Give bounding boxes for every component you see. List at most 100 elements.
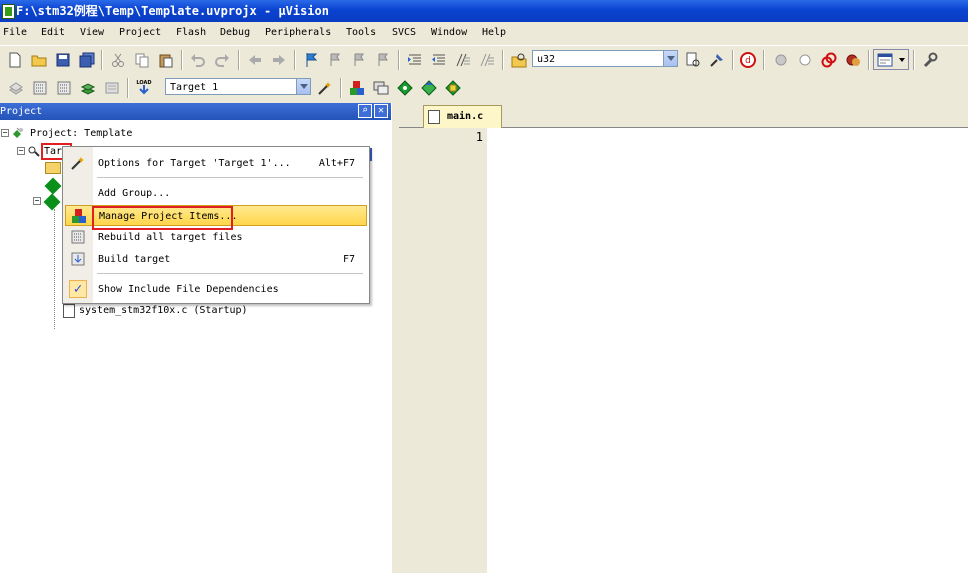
menu-item-build-target[interactable]: Build target F7 bbox=[63, 249, 367, 269]
line-number: 1 bbox=[475, 130, 483, 144]
unindent-icon[interactable] bbox=[431, 52, 447, 68]
uncomment-selection-icon[interactable] bbox=[479, 52, 495, 68]
insert-bookmark-icon[interactable] bbox=[303, 52, 319, 68]
menu-item-show-include-deps[interactable]: ✓ Show Include File Dependencies bbox=[63, 279, 367, 299]
paste-icon[interactable] bbox=[158, 52, 174, 68]
title-bar: F:\stm32例程\Temp\Template.uvprojx - µVisi… bbox=[0, 0, 968, 22]
menu-project[interactable]: Project bbox=[119, 27, 161, 38]
rebuild-icon[interactable] bbox=[56, 80, 72, 96]
target-select[interactable]: Target 1 bbox=[165, 78, 311, 95]
new-file-icon[interactable] bbox=[7, 52, 23, 68]
indent-icon[interactable] bbox=[407, 52, 423, 68]
manage-project-items-icon[interactable] bbox=[349, 80, 365, 96]
build-toolbar: LOAD Target 1 bbox=[0, 74, 968, 102]
debug-session-icon[interactable]: d bbox=[740, 52, 756, 68]
build-icon[interactable] bbox=[32, 80, 48, 96]
menu-bar: File Edit View Project Flash Debug Perip… bbox=[0, 23, 968, 43]
toolbar-separator bbox=[101, 50, 103, 70]
menu-flash[interactable]: Flash bbox=[176, 27, 206, 38]
save-all-icon[interactable] bbox=[79, 52, 95, 68]
svg-text:d: d bbox=[745, 56, 751, 66]
project-root-icon bbox=[13, 127, 23, 138]
component-diamond-icon bbox=[44, 177, 62, 195]
open-folder-icon[interactable] bbox=[31, 52, 47, 68]
next-bookmark-icon[interactable] bbox=[351, 52, 367, 68]
find-combo[interactable]: u32 bbox=[532, 50, 678, 67]
find-in-files-icon[interactable] bbox=[511, 52, 527, 68]
rebuild-icon bbox=[71, 230, 85, 244]
copy-icon[interactable] bbox=[134, 52, 150, 68]
tab-main-c[interactable]: main.c bbox=[423, 105, 502, 128]
target-icon bbox=[28, 146, 40, 157]
configure-window-button[interactable] bbox=[873, 49, 909, 70]
menu-debug[interactable]: Debug bbox=[220, 27, 250, 38]
redo-icon[interactable] bbox=[214, 52, 230, 68]
wrench-icon[interactable] bbox=[922, 52, 938, 68]
clear-bookmarks-icon[interactable] bbox=[375, 52, 391, 68]
software-packs-icon[interactable] bbox=[445, 80, 461, 96]
menu-view[interactable]: View bbox=[80, 27, 104, 38]
navigate-back-icon[interactable] bbox=[247, 52, 263, 68]
toolbar-separator bbox=[294, 50, 296, 70]
pack-installer-icon[interactable] bbox=[421, 80, 437, 96]
menu-item-rebuild-all[interactable]: Rebuild all target files bbox=[63, 227, 367, 247]
save-icon[interactable] bbox=[55, 52, 71, 68]
line-number-gutter: 1 bbox=[401, 128, 488, 573]
find-icon[interactable] bbox=[685, 52, 701, 68]
toolbar-separator bbox=[181, 50, 183, 70]
manage-rte-icon[interactable] bbox=[397, 80, 413, 96]
menu-tools[interactable]: Tools bbox=[346, 27, 376, 38]
menu-item-add-group[interactable]: Add Group... bbox=[63, 183, 367, 203]
collapse-icon[interactable]: − bbox=[1, 129, 9, 137]
menu-separator bbox=[97, 177, 363, 178]
close-icon[interactable]: ✕ bbox=[374, 104, 388, 118]
toolbar-separator bbox=[502, 50, 504, 70]
select-packs-icon[interactable] bbox=[373, 80, 389, 96]
enable-breakpoint-icon[interactable] bbox=[797, 52, 813, 68]
file-toolbar: u32 d bbox=[0, 45, 968, 74]
toolbar-separator bbox=[127, 78, 129, 98]
uvision-app-icon bbox=[2, 4, 15, 19]
comment-selection-icon[interactable] bbox=[455, 52, 471, 68]
window-title: F:\stm32例程\Temp\Template.uvprojx - µVisi… bbox=[16, 4, 329, 18]
batch-build-icon[interactable] bbox=[80, 80, 96, 96]
translate-icon[interactable] bbox=[8, 80, 24, 96]
menu-window[interactable]: Window bbox=[431, 27, 467, 38]
menu-help[interactable]: Help bbox=[482, 27, 506, 38]
tree-guide-line bbox=[54, 209, 56, 329]
kill-breakpoints-icon[interactable] bbox=[845, 52, 861, 68]
breakpoint-icon[interactable] bbox=[773, 52, 789, 68]
menu-svcs[interactable]: SVCS bbox=[392, 27, 416, 38]
previous-bookmark-icon[interactable] bbox=[327, 52, 343, 68]
collapse-icon[interactable]: − bbox=[17, 147, 25, 155]
menu-item-label: Rebuild all target files bbox=[98, 232, 243, 243]
undo-icon[interactable] bbox=[190, 52, 206, 68]
menu-item-options-for-target[interactable]: Options for Target 'Target 1'... Alt+F7 bbox=[63, 153, 367, 173]
download-load-icon[interactable]: LOAD bbox=[135, 78, 153, 96]
menu-item-label: Options for Target 'Target 1'... bbox=[98, 158, 291, 169]
menu-item-label: Build target bbox=[98, 254, 171, 265]
incremental-find-icon[interactable] bbox=[709, 52, 725, 68]
chevron-down-icon[interactable] bbox=[296, 79, 310, 94]
target-options-wand-icon[interactable] bbox=[317, 80, 333, 96]
stop-build-icon[interactable] bbox=[104, 80, 120, 96]
disable-breakpoints-icon[interactable] bbox=[821, 52, 837, 68]
target-select-value: Target 1 bbox=[170, 82, 219, 93]
project-panel-header: Project ⌕ ✕ bbox=[0, 103, 391, 120]
chevron-down-icon[interactable] bbox=[663, 51, 677, 66]
code-editor[interactable] bbox=[487, 128, 968, 573]
toolbar-separator bbox=[732, 50, 734, 70]
menu-peripherals[interactable]: Peripherals bbox=[265, 27, 331, 38]
menu-item-label: Add Group... bbox=[98, 188, 171, 199]
folder-icon bbox=[45, 162, 61, 174]
pin-icon[interactable]: ⌕ bbox=[358, 104, 372, 118]
menu-file[interactable]: File bbox=[3, 27, 27, 38]
tree-file-system-stm32f10x[interactable]: system_stm32f10x.c (Startup) bbox=[79, 305, 248, 316]
project-root-label[interactable]: Project: Template bbox=[30, 128, 132, 139]
cut-icon[interactable] bbox=[110, 52, 126, 68]
menu-edit[interactable]: Edit bbox=[41, 27, 65, 38]
find-combo-value: u32 bbox=[537, 54, 556, 65]
file-icon bbox=[63, 304, 75, 318]
navigate-forward-icon[interactable] bbox=[271, 52, 287, 68]
collapse-icon[interactable]: − bbox=[33, 197, 41, 205]
